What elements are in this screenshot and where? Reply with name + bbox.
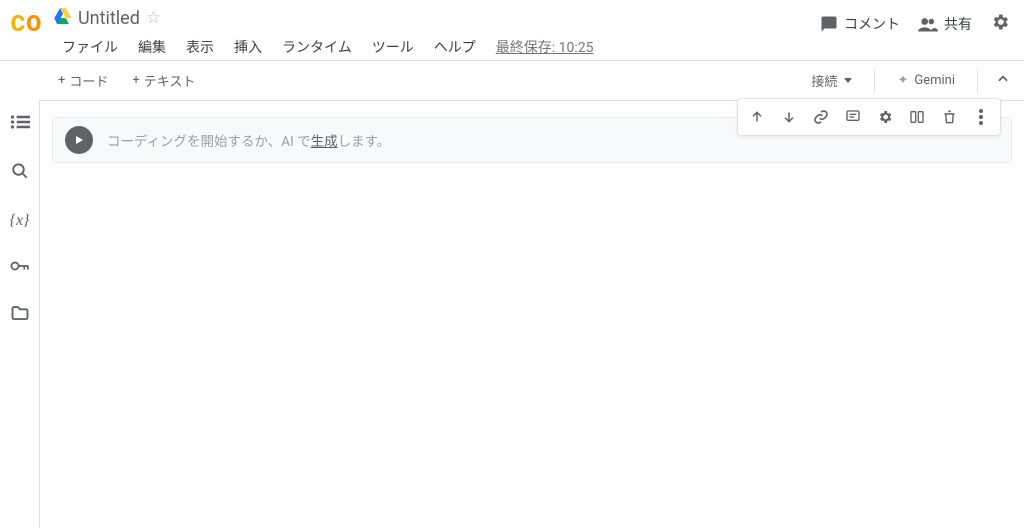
connect-button[interactable]: 接続 <box>803 67 860 94</box>
placeholder-pre: コーディングを開始するか、AI で <box>107 134 311 150</box>
more-icon[interactable] <box>966 102 996 132</box>
sparkle-icon: ✦ <box>897 73 908 88</box>
delete-icon[interactable] <box>934 102 964 132</box>
mirror-icon[interactable] <box>902 102 932 132</box>
menu-insert[interactable]: 挿入 <box>226 34 270 60</box>
menu-view[interactable]: 表示 <box>178 34 222 60</box>
run-cell-button[interactable] <box>65 126 93 154</box>
comment-button[interactable]: コメント <box>820 14 900 34</box>
comment-icon[interactable] <box>838 102 868 132</box>
add-text-label: テキスト <box>144 71 196 90</box>
cell-settings-icon[interactable] <box>870 102 900 132</box>
secrets-icon[interactable] <box>10 258 30 277</box>
share-label: 共有 <box>944 14 972 34</box>
link-icon[interactable] <box>806 102 836 132</box>
menu-edit[interactable]: 編集 <box>130 34 174 60</box>
menu-tools[interactable]: ツール <box>364 34 422 60</box>
menu-runtime[interactable]: ランタイム <box>274 34 360 60</box>
gemini-button[interactable]: ✦ Gemini <box>889 69 963 92</box>
collapse-button[interactable] <box>992 67 1014 94</box>
document-title[interactable]: Untitled <box>78 8 140 29</box>
cell-toolbar <box>737 98 1001 136</box>
move-down-icon[interactable] <box>774 102 804 132</box>
generate-link[interactable]: 生成 <box>311 134 338 150</box>
search-icon[interactable] <box>11 162 29 184</box>
star-icon[interactable]: ☆ <box>146 8 161 28</box>
share-button[interactable]: 共有 <box>918 14 972 34</box>
placeholder-post: します。 <box>338 134 391 150</box>
toc-icon[interactable] <box>10 114 30 134</box>
move-up-icon[interactable] <box>742 102 772 132</box>
drive-icon <box>54 8 72 28</box>
connect-label: 接続 <box>811 71 837 90</box>
add-code-button[interactable]: + コード <box>52 67 114 94</box>
colab-logo[interactable]: CO <box>8 6 44 42</box>
last-saved[interactable]: 最終保存: 10:25 <box>488 34 602 60</box>
menu-help[interactable]: ヘルプ <box>426 34 484 60</box>
comment-label: コメント <box>844 14 900 34</box>
add-code-label: コード <box>69 71 108 90</box>
divider <box>977 69 978 93</box>
gemini-label: Gemini <box>914 73 955 88</box>
code-placeholder[interactable]: コーディングを開始するか、AI で生成します。 <box>107 130 390 150</box>
variables-icon[interactable]: {x} <box>10 212 30 230</box>
divider <box>874 69 875 93</box>
menubar: ファイル 編集 表示 挿入 ランタイム ツール ヘルプ 最終保存: 10:25 <box>54 34 820 60</box>
add-text-button[interactable]: + テキスト <box>126 67 201 94</box>
menu-file[interactable]: ファイル <box>54 34 126 60</box>
settings-icon[interactable] <box>990 12 1010 36</box>
files-icon[interactable] <box>11 305 29 325</box>
code-cell[interactable]: コーディングを開始するか、AI で生成します。 <box>52 117 1012 163</box>
